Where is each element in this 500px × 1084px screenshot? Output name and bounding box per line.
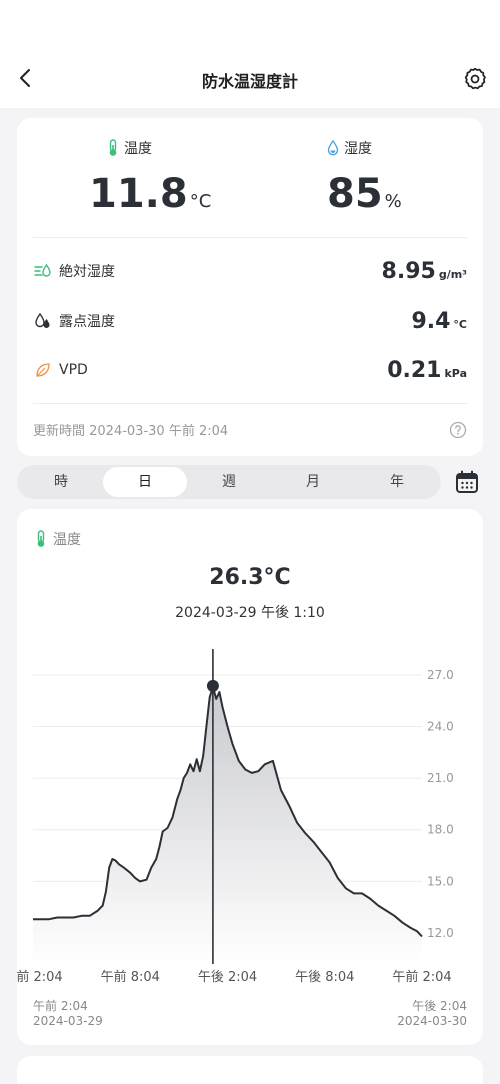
dew-point-icon: [33, 311, 53, 331]
y-tick-label: 18.0: [427, 823, 454, 837]
range-start-date: 2024-03-29: [33, 1014, 103, 1028]
y-tick-label: 21.0: [427, 771, 454, 785]
period-tabs: 時 日 週 月 年: [17, 465, 441, 499]
metric-value: 9.4 °C: [411, 309, 467, 334]
gear-icon[interactable]: [462, 66, 488, 92]
y-tick-label: 24.0: [427, 719, 454, 733]
range-end-time: 午後 2:04: [412, 999, 467, 1013]
temperature-label: 温度: [107, 138, 152, 158]
page-title: 防水温湿度計: [201, 72, 298, 91]
tab-day[interactable]: 日: [103, 467, 187, 497]
humidity-unit: %: [384, 191, 402, 212]
metric-unit: °C: [453, 317, 467, 331]
metric-unit: g/m³: [438, 267, 467, 281]
x-tick-label: 午前 2:04: [392, 969, 451, 985]
tab-month[interactable]: 月: [271, 467, 355, 497]
range-start: 午前 2:04 2024-03-29: [33, 999, 103, 1029]
current-readings-card: 温度 11.8 °C 湿度 85% 絶対湿度 8.95 g/m³ 露点温度 9.…: [17, 118, 483, 456]
update-time-text: 更新時間 2024-03-30 午前 2:04: [33, 424, 229, 439]
metric-number: 8.95: [381, 258, 436, 284]
range-end: 午後 2:04 2024-03-30: [397, 999, 467, 1029]
range-start-time: 午前 2:04: [33, 999, 88, 1013]
water-drop-icon: [327, 140, 339, 156]
metric-label: 絶対湿度: [59, 264, 115, 280]
temperature-label-text: 温度: [124, 141, 152, 157]
metric-row-absolute-humidity: 絶対湿度 8.95 g/m³: [33, 257, 467, 285]
top-bar: 防水温湿度計: [0, 0, 500, 108]
temperature-number: 11.8: [89, 171, 188, 217]
next-card: [17, 1056, 483, 1084]
divider: [33, 403, 467, 404]
update-time-row: 更新時間 2024-03-30 午前 2:04: [33, 420, 467, 439]
metric-value: 8.95 g/m³: [382, 259, 467, 284]
absolute-humidity-icon: [33, 261, 53, 281]
range-end-date: 2024-03-30: [397, 1014, 467, 1028]
temperature-chart-card: 温度 26.3°C 2024-03-29 午後 1:10 12.0 15.0 18.…: [17, 509, 483, 1045]
tab-year[interactable]: 年: [355, 467, 439, 497]
x-tick-label: 午後 8:04: [295, 970, 354, 985]
selected-point-marker: [206, 679, 219, 692]
temperature-chart[interactable]: 12.0 15.0 18.0 21.0 24.0 27.0 午前 2:04 午前 8:04 午後…: [17, 509, 483, 989]
x-tick-label: 午前 2:04: [17, 969, 63, 985]
x-tick-label: 午後 2:04: [198, 970, 257, 985]
leaf-icon: [33, 360, 53, 380]
temperature-value: 11.8 °C: [89, 170, 211, 226]
metric-unit: kPa: [444, 366, 467, 380]
divider: [33, 237, 467, 238]
calendar-icon[interactable]: [454, 469, 480, 495]
thermometer-icon: [109, 139, 117, 156]
tab-week[interactable]: 週: [187, 467, 271, 497]
temperature-unit: °C: [189, 191, 212, 212]
metric-label: 露点温度: [59, 314, 115, 330]
humidity-label: 湿度: [327, 138, 372, 158]
x-tick-label: 午前 8:04: [101, 969, 160, 985]
metric-number: 9.4: [411, 308, 451, 334]
metric-number: 0.21: [387, 357, 442, 383]
y-tick-label: 12.0: [427, 926, 454, 940]
metric-value: 0.21 kPa: [387, 358, 467, 383]
y-tick-label: 27.0: [427, 668, 454, 682]
humidity-value: 85%: [327, 170, 402, 226]
tab-hour[interactable]: 時: [19, 467, 103, 497]
metric-row-dew-point: 露点温度 9.4 °C: [33, 307, 467, 335]
y-tick-label: 15.0: [427, 874, 454, 888]
humidity-number: 85: [327, 171, 383, 217]
metric-label: VPD: [59, 362, 88, 378]
metric-row-vpd: VPD 0.21 kPa: [33, 356, 467, 384]
humidity-label-text: 湿度: [344, 141, 372, 157]
help-icon[interactable]: [449, 421, 467, 439]
